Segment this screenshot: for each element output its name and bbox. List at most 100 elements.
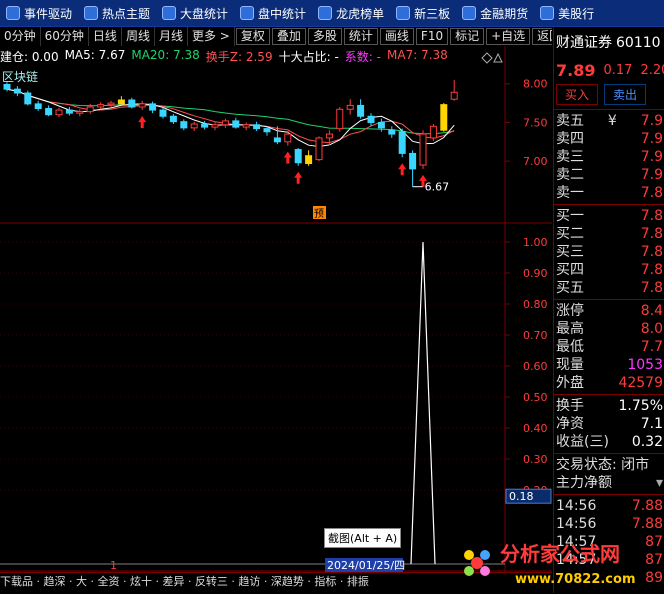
candle-body — [377, 121, 385, 129]
menu-label: 新三板 — [414, 6, 451, 21]
candle-body — [107, 102, 115, 106]
quote-row: 外盘 42579 — [554, 374, 664, 392]
row-value: 7.9 — [640, 113, 663, 129]
candle-body — [232, 120, 240, 128]
row-label: 买五 — [556, 280, 584, 296]
row-value: 1053 — [627, 357, 663, 373]
menu-fire[interactable]: 热点主题 — [78, 0, 156, 26]
indicator-spike-line — [410, 241, 436, 565]
row-value: 1.75% — [618, 398, 663, 414]
candle-body — [86, 106, 94, 113]
indicator-tick-label: 0.50 — [523, 391, 548, 404]
period-tab[interactable]: 更多 > — [188, 27, 235, 46]
event-icon — [6, 6, 20, 20]
legend-ma20: MA20: 7.38 — [131, 48, 200, 62]
row-label: 买二 — [556, 226, 584, 242]
candle-body — [294, 149, 302, 164]
row-label: 净资 — [556, 416, 584, 432]
buy-arrow-icon — [398, 163, 407, 176]
menu-dragon[interactable]: 龙虎榜单 — [312, 0, 390, 26]
chevron-down-icon[interactable]: ▾ — [656, 474, 663, 492]
ask-book: 卖五 ¥7.9 卖四 7.9 卖三 7.9 卖二 7.9 卖一 7.8 — [554, 112, 664, 202]
quote-row: 买五 7.8 — [554, 279, 664, 297]
row-value: 0.32 — [631, 434, 663, 450]
indicator-tick-label: 0.80 — [523, 298, 548, 311]
candle-body — [97, 104, 105, 108]
triangle-icon — [493, 52, 503, 63]
candle-body — [440, 104, 448, 131]
row-label: 卖四 — [556, 131, 584, 147]
diamond-icon — [481, 52, 493, 64]
row-label: 卖一 — [556, 185, 584, 201]
toolbar-action[interactable]: 统计 — [343, 28, 378, 45]
fire-icon — [84, 6, 99, 20]
candle-body — [201, 123, 209, 128]
last-price: 7.89 — [556, 60, 596, 80]
screenshot-tooltip: 截图(Alt + A) — [324, 528, 402, 548]
globe-icon — [540, 6, 555, 20]
period-tab[interactable]: 周线 — [122, 27, 155, 46]
row-value: 7.9 — [640, 131, 663, 147]
indicator-tick-label: 0.90 — [523, 267, 548, 280]
menu-globe[interactable]: 美股行 — [534, 0, 600, 26]
menu-monitor[interactable]: 盘中统计 — [234, 0, 312, 26]
toolbar-action[interactable]: 返回 — [532, 28, 552, 45]
row-value: 7.9 — [640, 167, 663, 183]
row-value: 7.8 — [640, 208, 663, 224]
row-value: 7.7 — [640, 339, 663, 355]
period-tab[interactable]: 60分钟 — [41, 27, 89, 46]
quote-row: 净资 7.1 — [554, 415, 664, 433]
toolbar-action[interactable]: 复权 — [235, 28, 270, 45]
menu-label: 事件驱动 — [24, 6, 73, 21]
period-tab[interactable]: 0分钟 — [0, 27, 41, 46]
candle-body — [169, 115, 177, 123]
menu-grid[interactable]: 新三板 — [390, 0, 456, 26]
candle-body — [138, 103, 146, 108]
toolbar-action[interactable]: 标记 — [450, 28, 485, 45]
legend-build: 建仓: 0.00 — [0, 50, 59, 64]
quote-row: 买四 7.8 — [554, 261, 664, 279]
row-label: 卖五 — [556, 113, 584, 129]
toolbar-action[interactable]: 多股 — [307, 28, 342, 45]
candle-body — [429, 125, 437, 139]
menu-event[interactable]: 事件驱动 — [0, 0, 78, 26]
candle-body — [24, 92, 32, 105]
tick-price: 7.88 — [631, 498, 663, 514]
candle-body — [190, 123, 198, 129]
toolbar-action[interactable]: F10 — [415, 28, 449, 45]
toolbar-action[interactable]: 叠加 — [271, 28, 306, 45]
quote-row: 涨停 8.4 — [554, 302, 664, 320]
row-value: 7.9 — [640, 149, 663, 165]
period-tab[interactable]: 月线 — [155, 27, 188, 46]
row-label: 买三 — [556, 244, 584, 260]
menu-label: 龙虎榜单 — [336, 6, 385, 21]
menu-label: 金融期货 — [480, 6, 529, 21]
candle-body — [117, 99, 125, 105]
menu-label: 盘中统计 — [258, 6, 307, 21]
quote-row: 买三 7.8 — [554, 243, 664, 261]
candle-body — [367, 115, 375, 123]
candle-body — [211, 124, 219, 128]
row-label: 卖二 — [556, 167, 584, 183]
candle-body — [253, 124, 261, 130]
toolbar-action[interactable]: +自选 — [486, 28, 531, 45]
period-tab[interactable]: 日线 — [89, 27, 122, 46]
row-value: 7.8 — [640, 262, 663, 278]
sector-label: 区块链 — [2, 70, 39, 84]
quote-row: 最高 8.0 — [554, 320, 664, 338]
pre-marker-label: 预 — [314, 208, 324, 220]
watermark-title: 分析家公式网 — [500, 542, 620, 566]
pie-icon — [162, 6, 177, 20]
candle-body — [13, 88, 21, 94]
sell-button[interactable]: 卖出 — [604, 83, 647, 105]
row-value: 7.8 — [640, 244, 663, 260]
stock-code: 60110 — [616, 35, 661, 51]
tick-time: 14:56 — [556, 516, 597, 532]
stats-block: 涨停 8.4 最高 8.0 最低 7.7 现量 1053 外盘 42579 — [554, 302, 664, 392]
menu-pie[interactable]: 大盘统计 — [156, 0, 234, 26]
price-chart[interactable]: 8.00 7.50 7.00 1.00 0.90 0.80 0.70 0.60 0.50 0.40… — [0, 46, 552, 572]
menu-finance[interactable]: 金融期货 — [456, 0, 534, 26]
quote-row: 卖四 7.9 — [554, 130, 664, 148]
buy-button[interactable]: 买入 — [556, 83, 599, 105]
toolbar-action[interactable]: 画线 — [379, 28, 414, 45]
